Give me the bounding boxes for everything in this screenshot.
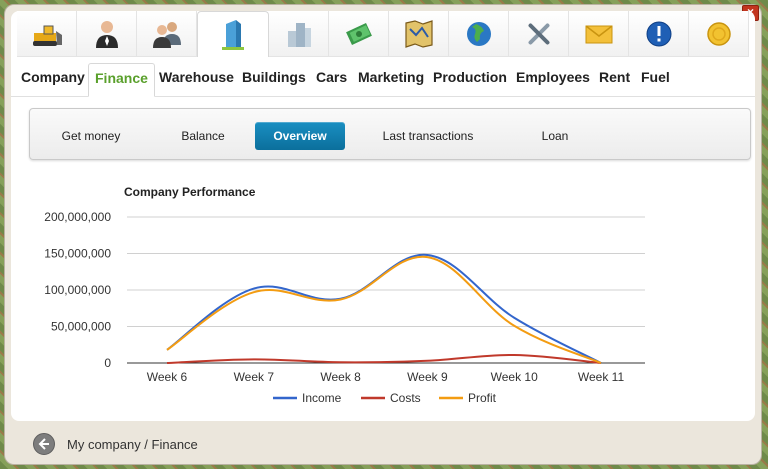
x-tick-label: Week 9: [407, 370, 448, 384]
x-tick-label: Week 7: [234, 370, 275, 384]
y-tick-label: 50,000,000: [51, 320, 111, 334]
x-tick-label: Week 11: [578, 370, 625, 384]
x-axis-ticks: Week 6 Week 7 Week 8 Week 9 Week 10 Week 11: [147, 370, 625, 384]
back-button[interactable]: [33, 433, 55, 455]
arrow-left-icon: [38, 438, 49, 450]
x-tick-label: Week 8: [320, 370, 361, 384]
y-tick-label: 100,000,000: [44, 283, 111, 297]
chart-legend: Income Costs Profit: [273, 391, 497, 405]
performance-chart: Company Performance 200,000,000 150,000,0…: [44, 185, 645, 405]
legend-label-costs: Costs: [390, 391, 421, 405]
x-tick-label: Week 10: [491, 370, 538, 384]
y-axis-ticks: 200,000,000 150,000,000 100,000,000 50,000,…: [44, 210, 111, 370]
footer-bar: My company / Finance: [33, 432, 198, 456]
breadcrumb: My company / Finance: [67, 436, 198, 452]
x-tick-label: Week 6: [147, 370, 188, 384]
legend-label-income: Income: [302, 391, 342, 405]
chart-grid: [127, 216, 645, 364]
legend-label-profit: Profit: [468, 391, 497, 405]
chart-title: Company Performance: [124, 185, 256, 199]
chart-series: [166, 253, 602, 364]
y-tick-label: 150,000,000: [44, 247, 111, 261]
series-line-costs: [166, 353, 602, 364]
series-line-income: [166, 253, 602, 364]
y-tick-label: 0: [104, 356, 111, 370]
finance-window: ×: [4, 4, 762, 465]
content-panel: Company Finance Warehouse Buildings Cars…: [11, 11, 755, 421]
y-tick-label: 200,000,000: [44, 210, 111, 224]
